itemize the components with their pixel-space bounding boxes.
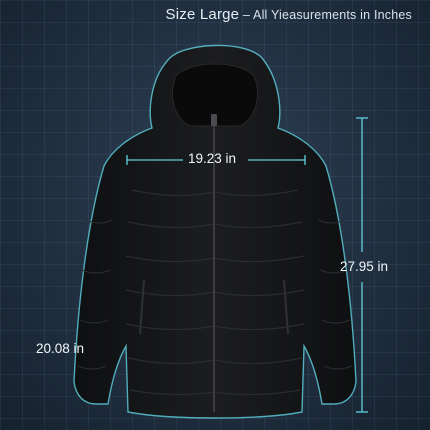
sleeve-length-label: 20.08 in bbox=[36, 341, 85, 356]
chest-width-label: 19.23 in bbox=[188, 151, 237, 166]
zipper-pull bbox=[211, 114, 217, 126]
body-length-label: 27.95 in bbox=[340, 259, 389, 274]
size-chart-image: Size Large – All Yieasurements in Inches bbox=[0, 0, 430, 430]
jacket-illustration bbox=[73, 44, 368, 419]
